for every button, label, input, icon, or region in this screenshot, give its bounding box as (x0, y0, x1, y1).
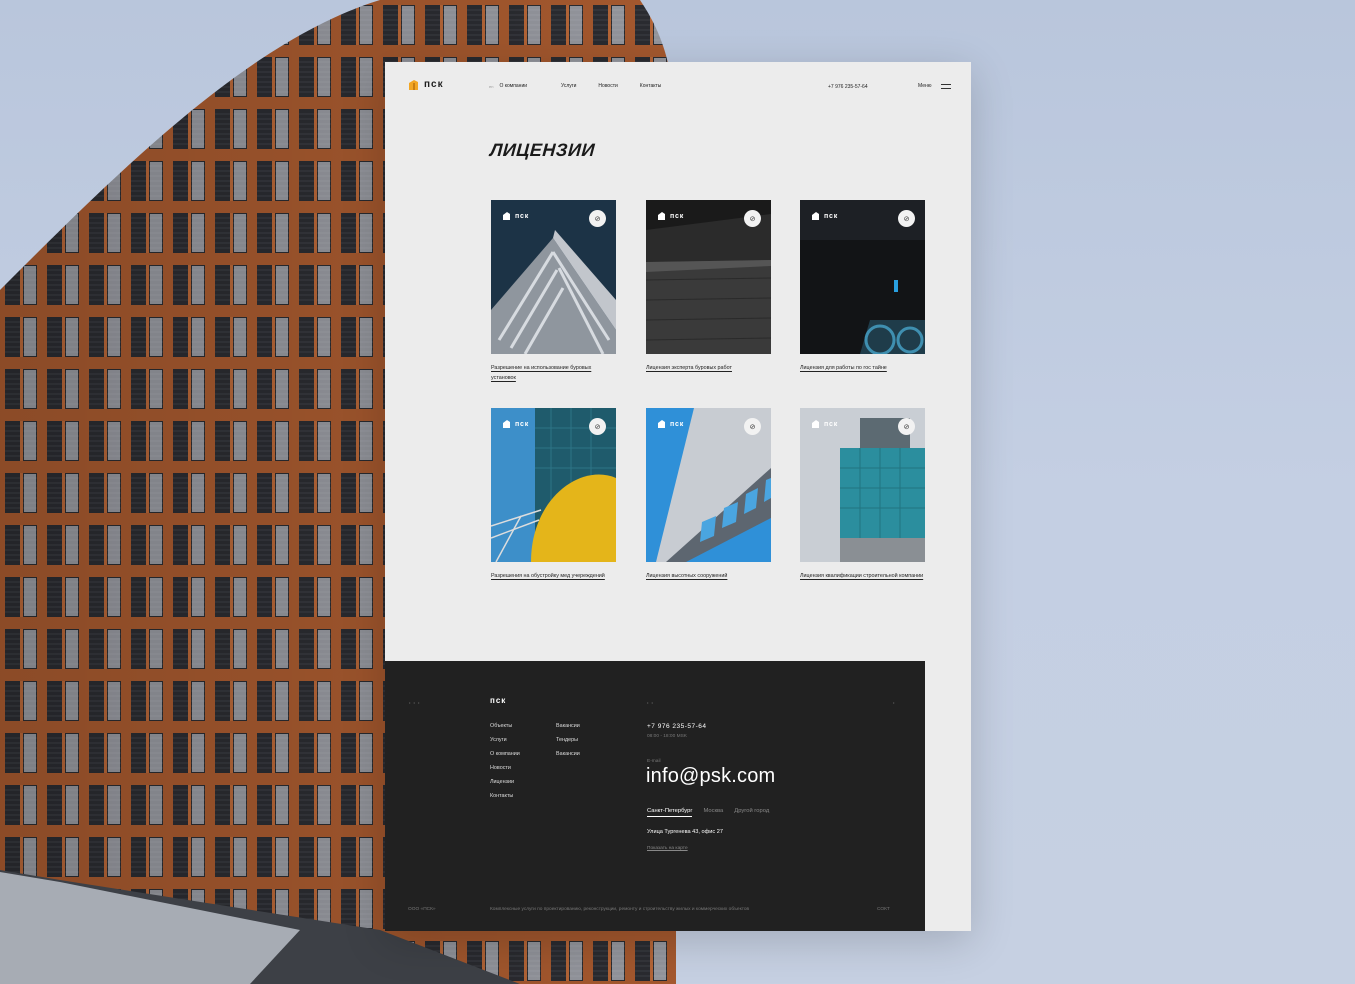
footer-link-contacts[interactable]: Контакты (490, 793, 520, 807)
building-logo-icon (812, 420, 819, 428)
footer-link-about[interactable]: О компании (490, 751, 520, 765)
license-caption[interactable]: Разрешение на использование буровых уста… (491, 363, 616, 383)
footer-link-vacancies-2[interactable]: Вакансии (556, 751, 580, 765)
city-tabs: Санкт-Петербург Москва Другой город (647, 808, 769, 817)
tab-saint-petersburg[interactable]: Санкт-Петербург (647, 808, 693, 817)
page-sheet: пск en О компании Услуги Новости Контакт… (385, 62, 971, 931)
footer-logo[interactable]: пск (490, 696, 506, 705)
footer-links-col2: Вакансии Тендеры Вакансии (556, 723, 580, 765)
header-phone[interactable]: +7 976 235-57-64 (828, 84, 868, 90)
footer-link-services[interactable]: Услуги (490, 737, 520, 751)
license-image: пск ⊘ (646, 200, 771, 354)
card-badge: пск (503, 212, 529, 220)
card-badge: пск (658, 420, 684, 428)
show-on-map-link[interactable]: Показать на карте (647, 846, 688, 851)
license-image: пск ⊘ (800, 408, 925, 562)
language-switch[interactable]: en (489, 84, 493, 89)
license-card[interactable]: пск ⊘ Лицензия эксперта буровых работ (646, 200, 771, 373)
license-caption[interactable]: Лицензия эксперта буровых работ (646, 363, 771, 373)
site-footer: • • • • • • пск Объекты Услуги О компани… (385, 661, 925, 931)
footer-links-col1: Объекты Услуги О компании Новости Лиценз… (490, 723, 520, 807)
building-logo-icon (408, 79, 419, 90)
building-logo-icon (812, 212, 819, 220)
decor-dots: • • (647, 700, 654, 705)
nav-item-services[interactable]: Услуги (561, 83, 576, 89)
building-logo-icon (658, 212, 665, 220)
credit-link[interactable]: СОКТ (877, 907, 890, 912)
footer-phone[interactable]: +7 976 235-57-64 (647, 723, 707, 730)
building-logo-icon (503, 420, 510, 428)
link-icon[interactable]: ⊘ (744, 210, 761, 227)
footer-email[interactable]: info@psk.com (646, 765, 775, 788)
link-icon[interactable]: ⊘ (589, 418, 606, 435)
menu-button[interactable]: Меню (918, 83, 951, 89)
license-caption[interactable]: Лицензия квалификации строительной компа… (800, 571, 925, 581)
link-icon[interactable]: ⊘ (589, 210, 606, 227)
footer-link-objects[interactable]: Объекты (490, 723, 520, 737)
site-logo[interactable]: пск (408, 79, 444, 90)
company-name: ООО «ПСК» (408, 907, 436, 912)
license-card[interactable]: пск ⊘ Разрешение на использование буровы… (491, 200, 616, 383)
license-caption[interactable]: Лицензия для работы по гос тайне (800, 363, 925, 373)
page-title: ЛИЦЕНЗИИ (489, 140, 596, 160)
link-icon[interactable]: ⊘ (744, 418, 761, 435)
building-logo-icon (658, 420, 665, 428)
footer-address: Улица Тургенева 43, офис 27 (647, 829, 723, 835)
card-badge: пск (503, 420, 529, 428)
nav-item-contacts[interactable]: Контакты (640, 83, 662, 89)
link-icon[interactable]: ⊘ (898, 418, 915, 435)
footer-hours: 08:00 - 18:00 MSK (647, 734, 687, 739)
license-caption[interactable]: Лицензия высотных сооружений (646, 571, 771, 581)
license-card[interactable]: пск ⊘ Лицензия для работы по гос тайне (800, 200, 925, 373)
tab-other-city[interactable]: Другой город (734, 808, 769, 817)
company-description: Комплексные услуги по проектированию, ре… (490, 907, 750, 912)
license-image: пск ⊘ (646, 408, 771, 562)
main-nav: en О компании Услуги Новости Контакты (489, 83, 661, 89)
decor-dots: • • • (409, 700, 421, 705)
license-image: пск ⊘ (491, 408, 616, 562)
logo-text: пск (424, 79, 444, 90)
nav-item-news[interactable]: Новости (598, 83, 617, 89)
menu-label: Меню (918, 83, 932, 89)
card-badge: пск (812, 420, 838, 428)
license-caption[interactable]: Разрешения на обустройку мед учереждений (491, 571, 616, 581)
card-badge: пск (812, 212, 838, 220)
tab-moscow[interactable]: Москва (703, 808, 723, 817)
license-image: пск ⊘ (491, 200, 616, 354)
license-image: пск ⊘ (800, 200, 925, 354)
link-icon[interactable]: ⊘ (898, 210, 915, 227)
email-label: E-mail (647, 759, 661, 764)
footer-link-tenders[interactable]: Тендеры (556, 737, 580, 751)
footer-link-news[interactable]: Новости (490, 765, 520, 779)
nav-item-about[interactable]: О компании (499, 83, 527, 89)
building-logo-icon (503, 212, 510, 220)
hamburger-icon (940, 83, 951, 89)
decor-dots: • (893, 700, 895, 705)
footer-link-licenses[interactable]: Лицензии (490, 779, 520, 793)
license-card[interactable]: пск ⊘ Разрешения на обустройку мед учере… (491, 408, 616, 581)
license-card[interactable]: пск ⊘ Лицензия квалификации строительной… (800, 408, 925, 581)
site-header: пск en О компании Услуги Новости Контакт… (385, 62, 971, 112)
footer-link-vacancies[interactable]: Вакансии (556, 723, 580, 737)
license-card[interactable]: пск ⊘ Лицензия высотных сооружений (646, 408, 771, 581)
card-badge: пск (658, 212, 684, 220)
